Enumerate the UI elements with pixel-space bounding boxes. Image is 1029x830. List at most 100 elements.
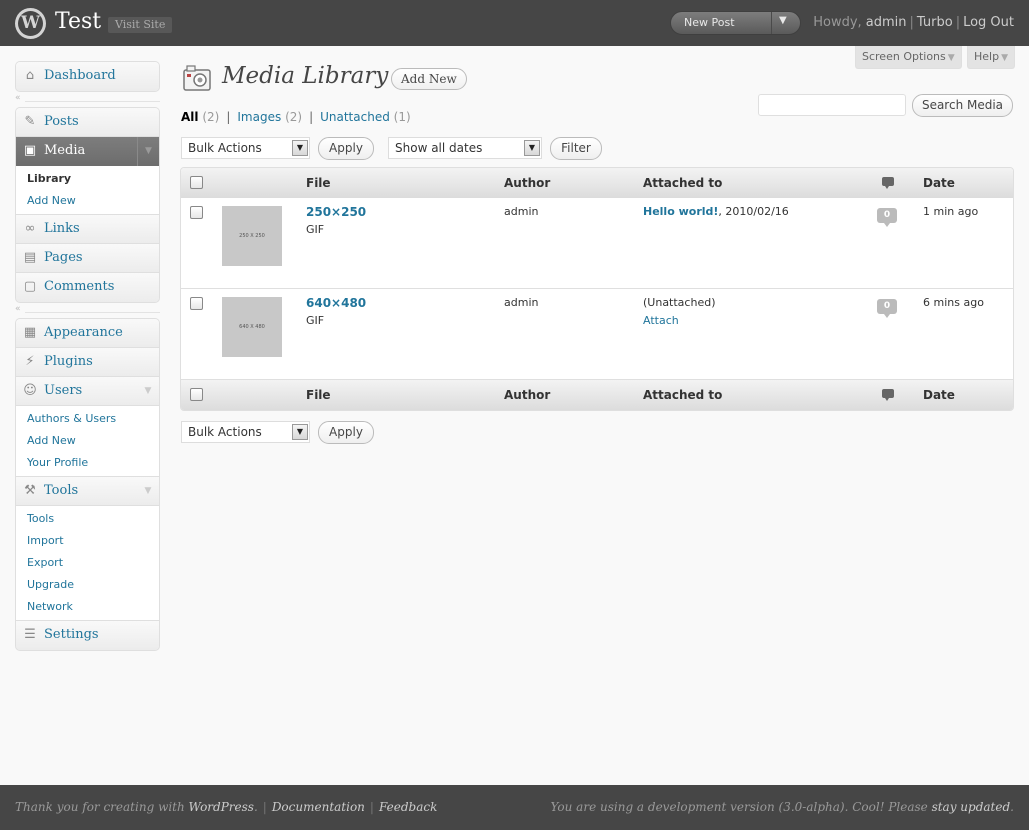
column-author[interactable]: Author (504, 176, 550, 190)
menu-item-plugins[interactable]: ⚡ Plugins (16, 348, 159, 377)
media-table: File Author Attached to Date 250 X 250 2… (180, 167, 1014, 411)
menu-item-users[interactable]: ☺ Users ▼ (16, 377, 159, 406)
column-attached-to[interactable]: Attached to (643, 388, 722, 402)
submenu-item-add-new-user[interactable]: Add New (16, 430, 159, 452)
filter-images[interactable]: Images (237, 110, 281, 124)
table-header: File Author Attached to Date (181, 168, 1013, 198)
submenu-item-export[interactable]: Export (16, 552, 159, 574)
submenu-item-network[interactable]: Network (16, 596, 159, 618)
comments-column-icon (882, 389, 894, 401)
chevron-down-icon: ▼ (292, 424, 308, 440)
stay-updated-link[interactable]: stay updated (932, 800, 1011, 814)
submenu-item-tools[interactable]: Tools (16, 508, 159, 530)
settings-icon: ☰ (24, 627, 36, 642)
column-file[interactable]: File (306, 388, 331, 402)
tools-icon: ⚒ (24, 483, 36, 498)
media-title-link[interactable]: 250×250 (306, 205, 366, 219)
appearance-icon: ▦ (23, 325, 37, 340)
new-post-button[interactable]: New Post (684, 16, 735, 29)
submenu-item-add-new-media[interactable]: Add New (16, 190, 159, 212)
tools-submenu: Tools Import Export Upgrade Network (16, 506, 159, 621)
submenu-item-your-profile[interactable]: Your Profile (16, 452, 159, 474)
filter-button[interactable]: Filter (550, 137, 602, 160)
menu-collapse-separator[interactable]: « (15, 93, 160, 105)
footer-version: You are using a development version (3.0… (550, 800, 1014, 814)
table-footer: File Author Attached to Date (181, 380, 1013, 410)
media-thumbnail[interactable]: 640 X 480 (222, 297, 282, 357)
media-author: admin (504, 296, 539, 309)
wordpress-link[interactable]: WordPress (189, 800, 254, 814)
menu-item-settings[interactable]: ☰ Settings (16, 621, 159, 650)
submenu-item-library[interactable]: Library (16, 168, 159, 190)
media-submenu: Library Add New (16, 166, 159, 215)
site-title: Test (55, 9, 102, 34)
attached-post-link[interactable]: Hello world! (643, 205, 718, 218)
users-icon: ☺ (23, 383, 37, 398)
profile-link[interactable]: admin (866, 15, 907, 30)
howdy-text: Howdy, (813, 15, 866, 30)
feedback-link[interactable]: Feedback (379, 800, 437, 814)
help-button[interactable]: Help ▼ (967, 46, 1015, 69)
comment-count-badge[interactable]: 0 (877, 299, 897, 318)
submenu-item-authors-users[interactable]: Authors & Users (16, 408, 159, 430)
date-filter-select[interactable]: Show all dates ▼ (388, 137, 542, 159)
chevron-down-icon: ▼ (292, 140, 308, 156)
column-attached-to[interactable]: Attached to (643, 176, 722, 190)
menu-item-dashboard[interactable]: ⌂ Dashboard (16, 62, 159, 91)
media-title-link[interactable]: 640×480 (306, 296, 366, 310)
screen-options-button[interactable]: Screen Options ▼ (855, 46, 962, 69)
column-author[interactable]: Author (504, 388, 550, 402)
visit-site-button[interactable]: Visit Site (108, 17, 173, 33)
row-checkbox[interactable] (190, 206, 203, 219)
divider (771, 12, 772, 34)
attach-link[interactable]: Attach (643, 314, 679, 327)
media-thumbnail[interactable]: 250 X 250 (222, 206, 282, 266)
menu-item-links[interactable]: ∞ Links (16, 215, 159, 244)
users-submenu: Authors & Users Add New Your Profile (16, 406, 159, 477)
link-icon: ∞ (24, 221, 36, 236)
column-date[interactable]: Date (923, 176, 955, 190)
comment-count-badge[interactable]: 0 (877, 208, 897, 227)
select-all-checkbox[interactable] (190, 388, 203, 401)
chevron-down-icon[interactable]: ▼ (137, 377, 159, 406)
search-media-button[interactable]: Search Media (912, 94, 1013, 117)
menu-item-comments[interactable]: ▢ Comments (16, 273, 159, 302)
admin-footer: Thank you for creating with WordPress. | D… (0, 785, 1029, 830)
apply-button-top[interactable]: Apply (318, 137, 374, 160)
apply-button-bottom[interactable]: Apply (318, 421, 374, 444)
bulk-actions-select-bottom[interactable]: Bulk Actions ▼ (181, 421, 310, 443)
attached-to: (Unattached) (643, 296, 716, 309)
chevron-down-icon[interactable]: ▼ (137, 137, 159, 166)
media-date: 1 min ago (923, 205, 979, 218)
media-library-icon (183, 65, 211, 91)
favorite-actions-dropdown[interactable]: New Post ▼ (670, 11, 801, 35)
filter-unattached[interactable]: Unattached (320, 110, 390, 124)
posts-pin-icon: ✎ (24, 114, 36, 129)
plugin-icon: ⚡ (25, 354, 35, 369)
menu-item-media[interactable]: ▣ Media ▼ (16, 137, 159, 166)
menu-item-pages[interactable]: ▤ Pages (16, 244, 159, 273)
bulk-actions-select-top[interactable]: Bulk Actions ▼ (181, 137, 310, 159)
chevron-down-icon[interactable]: ▼ (137, 477, 159, 506)
menu-item-posts[interactable]: ✎ Posts (16, 108, 159, 137)
menu-item-tools[interactable]: ⚒ Tools ▼ (16, 477, 159, 506)
turbo-link[interactable]: Turbo (917, 15, 953, 30)
comments-column-icon (882, 177, 894, 189)
row-checkbox[interactable] (190, 297, 203, 310)
column-file[interactable]: File (306, 176, 331, 190)
add-new-button[interactable]: Add New (391, 68, 467, 90)
submenu-item-import[interactable]: Import (16, 530, 159, 552)
menu-item-appearance[interactable]: ▦ Appearance (16, 319, 159, 348)
search-input[interactable] (758, 94, 906, 116)
user-info: Howdy, admin | Turbo | Log Out (813, 15, 1014, 30)
logout-link[interactable]: Log Out (963, 15, 1014, 30)
submenu-item-upgrade[interactable]: Upgrade (16, 574, 159, 596)
footer-credits: Thank you for creating with WordPress. | D… (15, 800, 438, 814)
column-date[interactable]: Date (923, 388, 955, 402)
filter-all[interactable]: All (181, 110, 199, 124)
chevron-down-icon[interactable]: ▼ (779, 15, 787, 26)
menu-collapse-separator[interactable]: « (15, 304, 160, 316)
documentation-link[interactable]: Documentation (272, 800, 365, 814)
admin-menu: ⌂ Dashboard « ✎ Posts ▣ Media ▼ Library … (15, 61, 160, 651)
select-all-checkbox[interactable] (190, 176, 203, 189)
